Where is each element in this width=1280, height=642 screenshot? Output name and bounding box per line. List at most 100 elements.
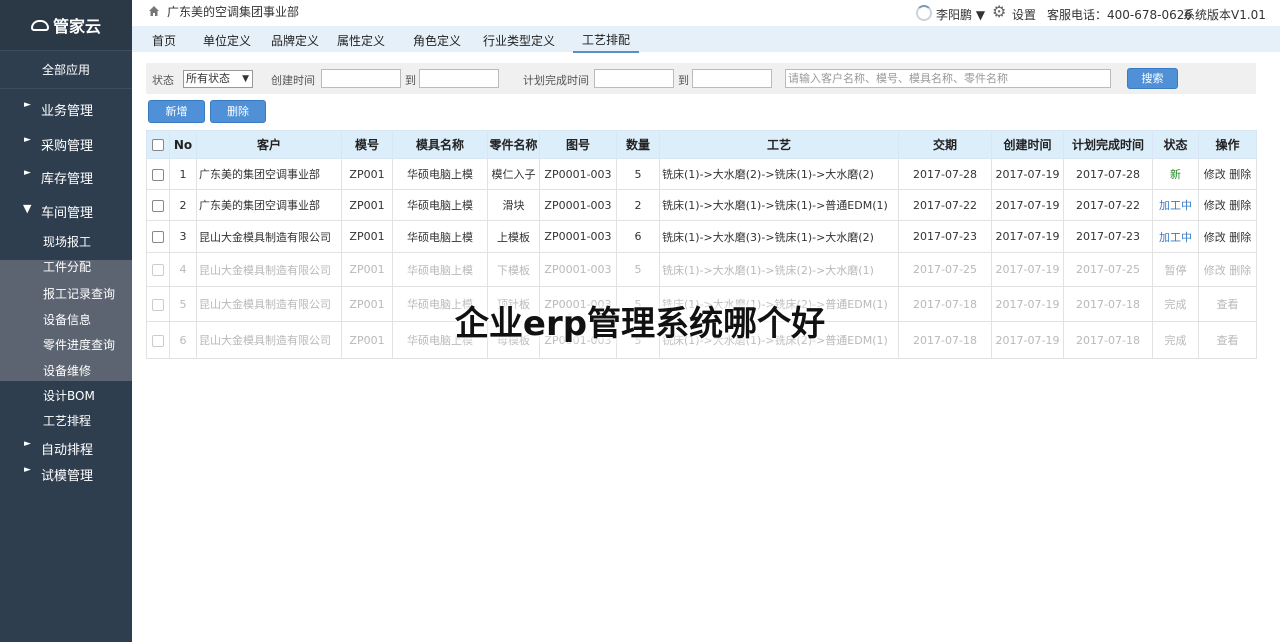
row-due-date: 2017-07-28 [898,158,992,190]
row-process: 铣床(1)->大水磨(2)->铣床(1)->大水磨(2) [659,158,899,190]
add-button[interactable]: 新增 [148,100,205,123]
plan-start-input[interactable] [594,69,674,88]
row-quantity: 6 [616,220,660,253]
gear-icon[interactable]: ⚙ [992,4,1006,20]
all-apps-link[interactable]: 全部应用 [0,52,132,89]
row-due-date: 2017-07-23 [898,220,992,253]
tab-attr-def[interactable]: 属性定义 [337,32,385,49]
row-checkbox-cell[interactable] [146,220,170,253]
search-input[interactable]: 请输入客户名称、模号、模具名称、零件名称 [785,69,1111,88]
row-mold-name: 华硕电脑上模 [392,220,488,253]
row-planned-time: 2017-07-25 [1063,252,1153,287]
system-version: 系统版本V1.01 [1183,8,1266,22]
tab-role-def[interactable]: 角色定义 [413,32,461,49]
row-quantity: 5 [616,158,660,190]
filter-bar: 状态 所有状态 ▼ 创建时间 到 计划完成时间 到 请输入客户名称、模号、模具名称… [146,63,1256,94]
col-mold-name: 模具名称 [392,130,488,159]
col-due-date: 交期 [898,130,992,159]
row-operations[interactable]: 修改 删除 [1198,189,1257,221]
row-no: 2 [169,189,197,221]
select-all-checkbox[interactable] [146,130,170,159]
caret-right-icon: ► [24,100,31,110]
tab-home[interactable]: 首页 [152,32,176,49]
row-checkbox-cell[interactable] [146,189,170,221]
tab-process-schedule[interactable]: 工艺排配 [573,31,640,53]
home-icon[interactable] [149,6,159,16]
col-no: No [169,130,197,159]
row-planned-time: 2017-07-23 [1063,220,1153,253]
row-customer: 昆山大金模具制造有限公司 [196,252,342,287]
row-customer: 广东美的集团空调事业部 [196,189,342,221]
row-process: 铣床(1)->大水磨(1)->铣床(1)->普通EDM(1) [659,189,899,221]
col-drawing-no: 图号 [539,130,617,159]
row-checkbox-cell[interactable] [146,158,170,190]
row-no: 3 [169,220,197,253]
row-part-name: 上模板 [487,220,540,253]
row-customer: 广东美的集团空调事业部 [196,158,342,190]
row-mold-name: 华硕电脑上模 [392,252,488,287]
row-operations[interactable]: 修改 删除 [1198,252,1257,287]
row-checkbox[interactable] [152,199,164,212]
breadcrumb: 广东美的空调集团事业部 [167,5,300,19]
row-drawing-no: ZP0001-003 [539,220,617,253]
cloud-icon [30,19,49,31]
row-checkbox-cell[interactable] [146,252,170,287]
row-created-time: 2017-07-19 [991,158,1064,190]
settings-link[interactable]: 设置 [1012,6,1036,23]
col-created-time: 创建时间 [991,130,1064,159]
plan-end-input[interactable] [692,69,772,88]
row-status: 加工中 [1152,220,1199,253]
row-planned-time: 2017-07-28 [1063,158,1153,190]
checkbox-icon[interactable] [152,139,164,151]
loading-spinner-icon [916,5,932,21]
created-start-input[interactable] [321,69,401,88]
status-select[interactable]: 所有状态 ▼ [183,70,253,88]
user-menu[interactable]: 李阳鹏 ▼ [936,6,985,23]
table-row[interactable]: 2 广东美的集团空调事业部 ZP001 华硕电脑上模 滑块 ZP0001-003 2 铣床(1… [146,189,1257,221]
tab-industry-def[interactable]: 行业类型定义 [483,32,555,49]
col-planned-time: 计划完成时间 [1063,130,1153,159]
table-row[interactable]: 1 广东美的集团空调事业部 ZP001 华硕电脑上模 模仁入子 ZP0001-003 5 铣床… [146,158,1257,190]
col-operations: 操作 [1198,130,1257,159]
row-process: 铣床(1)->大水磨(3)->铣床(1)->大水磨(2) [659,220,899,253]
row-mold-no: ZP001 [341,220,393,253]
caret-right-icon: ► [24,135,31,145]
row-checkbox[interactable] [152,264,164,276]
row-due-date: 2017-07-25 [898,252,992,287]
col-status: 状态 [1152,130,1199,159]
row-part-name: 模仁入子 [487,158,540,190]
search-button[interactable]: 搜索 [1127,68,1178,89]
tab-bar: 首页 单位定义 品牌定义 属性定义 角色定义 行业类型定义 工艺排配 [132,26,1280,53]
status-label: 状态 [152,74,174,87]
tab-brand-def[interactable]: 品牌定义 [271,32,319,49]
app-logo[interactable]: 管家云 [0,0,132,51]
row-status: 新 [1152,158,1199,190]
top-bar: 广东美的空调集团事业部 李阳鹏 ▼ ⚙ 设置 客服电话：400-678-0626… [132,0,1280,26]
table-header-row: No 客户 模号 模具名称 零件名称 图号 数量 工艺 交期 创建时间 计划完成… [146,130,1257,159]
support-phone: 客服电话：400-678-0626 [1047,8,1193,22]
row-quantity: 2 [616,189,660,221]
row-status: 加工中 [1152,189,1199,221]
delete-button[interactable]: 删除 [210,100,266,123]
row-no: 1 [169,158,197,190]
row-mold-name: 华硕电脑上模 [392,158,488,190]
caret-right-icon: ► [24,439,31,449]
table-row[interactable]: 4 昆山大金模具制造有限公司 ZP001 华硕电脑上模 下模板 ZP0001-003 5 铣床… [146,252,1257,287]
created-end-input[interactable] [419,69,499,88]
row-drawing-no: ZP0001-003 [539,189,617,221]
col-customer: 客户 [196,130,342,159]
created-to-label: 到 [405,74,416,87]
logo-text: 管家云 [52,17,101,36]
row-checkbox[interactable] [152,168,164,181]
row-drawing-no: ZP0001-003 [539,158,617,190]
row-operations[interactable]: 修改 删除 [1198,220,1257,253]
row-status: 暂停 [1152,252,1199,287]
tab-unit-def[interactable]: 单位定义 [203,32,251,49]
caret-down-icon: ▼ [23,202,32,215]
row-operations[interactable]: 修改 删除 [1198,158,1257,190]
watermark-title: 企业erp管理系统哪个好 [454,304,826,344]
row-checkbox[interactable] [152,231,164,243]
row-due-date: 2017-07-22 [898,189,992,221]
row-mold-no: ZP001 [341,158,393,190]
table-row[interactable]: 3 昆山大金模具制造有限公司 ZP001 华硕电脑上模 上模板 ZP0001-003 6 铣床… [146,220,1257,253]
